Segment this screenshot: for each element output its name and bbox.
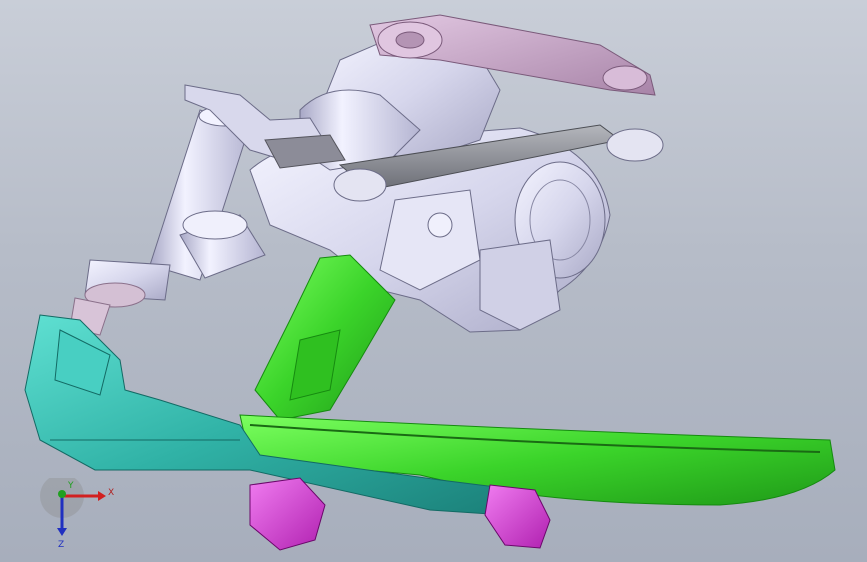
x-axis-label: X: [108, 488, 114, 498]
z-axis-label: Z: [58, 540, 64, 548]
y-axis-dot: [58, 490, 66, 498]
x-axis-head: [98, 491, 106, 501]
y-axis-label: Y: [67, 481, 74, 491]
z-axis-head: [57, 528, 67, 536]
cad-viewport[interactable]: X Y Z: [0, 0, 867, 562]
connector-clip-left[interactable]: [249, 477, 326, 551]
orientation-triad: X Y Z: [40, 478, 114, 548]
wiper-assembly-model[interactable]: [0, 0, 867, 562]
